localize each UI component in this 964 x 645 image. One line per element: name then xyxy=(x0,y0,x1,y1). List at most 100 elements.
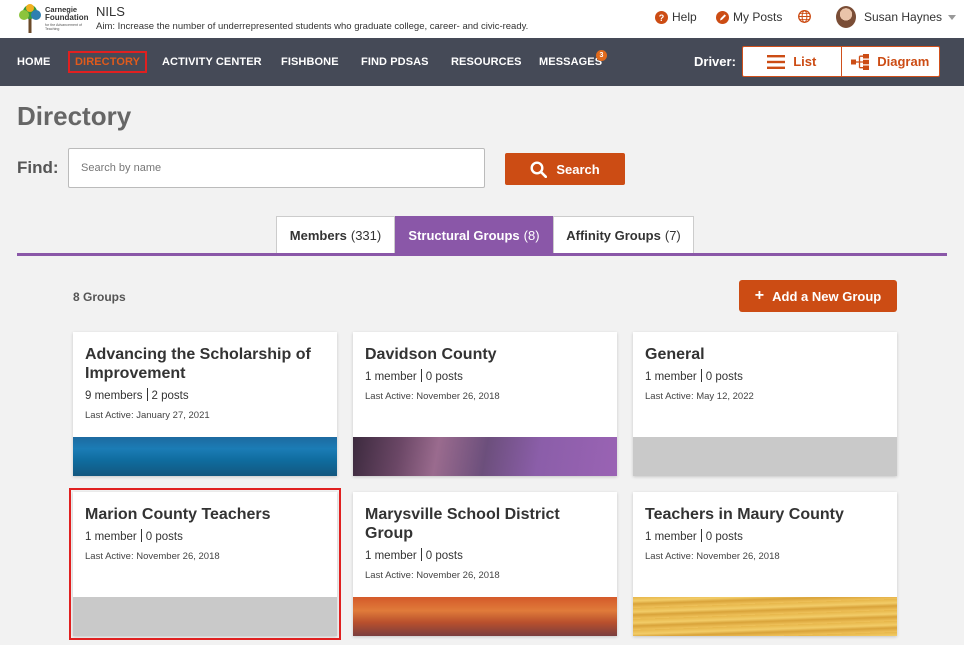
group-cover-image xyxy=(633,597,897,636)
group-title: Marion County Teachers xyxy=(85,506,271,523)
tree-logo-icon xyxy=(19,4,41,33)
nav-fishbone[interactable]: FISHBONE xyxy=(281,56,339,68)
avatar xyxy=(836,6,856,28)
group-card[interactable]: Teachers in Maury County 1 member 0 posts… xyxy=(633,492,897,636)
driver-list-label: List xyxy=(793,54,817,69)
group-posts: 0 posts xyxy=(425,550,463,562)
group-title: General xyxy=(645,346,705,363)
driver-view-toggle: List Diagram xyxy=(742,46,940,77)
tab-structural-label: Structural Groups xyxy=(408,228,520,243)
stats-divider xyxy=(140,529,142,542)
stats-divider xyxy=(700,529,702,542)
nav-activity-center[interactable]: ACTIVITY CENTER xyxy=(162,56,262,68)
help-link[interactable]: ? Help xyxy=(655,10,697,24)
search-button[interactable]: Search xyxy=(505,153,625,185)
group-stats: 1 member 0 posts xyxy=(365,369,463,383)
svg-text:?: ? xyxy=(659,13,665,23)
carnegie-logo[interactable]: Carnegie Foundation for the Advancement … xyxy=(17,3,89,34)
group-last-active: Last Active: November 26, 2018 xyxy=(365,570,500,581)
stats-divider xyxy=(146,388,148,401)
group-title: Davidson County xyxy=(365,346,497,363)
language-selector[interactable] xyxy=(798,10,811,23)
group-cover-image xyxy=(73,437,337,476)
group-title: Teachers in Maury County xyxy=(645,506,844,523)
tab-structural-groups[interactable]: Structural Groups (8) xyxy=(395,216,553,254)
group-stats: 1 member 0 posts xyxy=(85,529,183,543)
find-label: Find: xyxy=(17,158,59,177)
tab-members-count: (331) xyxy=(350,228,382,243)
group-last-active: Last Active: January 27, 2021 xyxy=(85,410,210,421)
tab-members-label: Members xyxy=(289,228,347,243)
search-icon xyxy=(530,160,548,178)
tab-affinity-label: Affinity Groups xyxy=(566,228,661,243)
driver-diagram-label: Diagram xyxy=(877,54,930,69)
driver-list-button[interactable]: List xyxy=(743,47,841,76)
search-button-label: Search xyxy=(556,161,600,177)
nav-directory[interactable]: DIRECTORY xyxy=(68,51,148,73)
chevron-down-icon xyxy=(948,14,957,20)
plus-icon: + xyxy=(754,287,765,304)
globe-icon xyxy=(798,10,811,23)
stats-divider xyxy=(420,369,422,382)
group-posts: 2 posts xyxy=(151,390,189,402)
main-nav: HOME DIRECTORY ACTIVITY CENTER FISHBONE … xyxy=(0,38,964,86)
stats-divider xyxy=(420,548,422,561)
group-stats: 1 member 0 posts xyxy=(645,369,743,383)
group-cover-image xyxy=(633,437,897,476)
driver-diagram-button[interactable]: Diagram xyxy=(840,47,940,76)
stats-divider xyxy=(700,369,702,382)
group-last-active: Last Active: November 26, 2018 xyxy=(365,391,500,402)
group-card[interactable]: Marion County Teachers 1 member 0 posts L… xyxy=(69,488,341,640)
my-posts-icon xyxy=(716,10,729,24)
aim-statement: Aim: Increase the number of underreprese… xyxy=(96,21,529,32)
messages-badge: 3 xyxy=(596,50,607,61)
help-icon: ? xyxy=(655,10,668,24)
search-input[interactable] xyxy=(68,148,485,188)
nav-home[interactable]: HOME xyxy=(17,56,50,68)
group-card[interactable]: Davidson County 1 member 0 posts Last Act… xyxy=(353,332,617,476)
group-title: Advancing the Scholarship of Improvement xyxy=(85,346,311,382)
group-posts: 0 posts xyxy=(705,531,743,543)
add-group-label: Add a New Group xyxy=(772,288,882,304)
tab-underline xyxy=(17,253,947,256)
group-card[interactable]: Advancing the Scholarship of Improvement… xyxy=(73,332,337,476)
group-members: 1 member xyxy=(365,371,417,383)
group-cover-image xyxy=(73,597,337,636)
app-name: NILS xyxy=(96,4,125,19)
group-card[interactable]: Marysville School District Group 1 membe… xyxy=(353,492,617,636)
group-stats: 1 member 0 posts xyxy=(365,548,463,562)
group-members: 1 member xyxy=(85,531,137,543)
group-stats: 1 member 0 posts xyxy=(645,529,743,543)
nav-resources[interactable]: RESOURCES xyxy=(451,56,522,68)
group-last-active: Last Active: November 26, 2018 xyxy=(85,551,220,562)
driver-label: Driver: xyxy=(694,54,736,69)
group-card[interactable]: General 1 member 0 posts Last Active: May… xyxy=(633,332,897,476)
group-members: 1 member xyxy=(365,550,417,562)
group-posts: 0 posts xyxy=(145,531,183,543)
nav-find-pdsas[interactable]: FIND PDSAS xyxy=(361,56,429,68)
tab-members[interactable]: Members (331) xyxy=(276,216,395,254)
logo-text-line3: for the Advancement of Teaching xyxy=(45,23,82,31)
help-label: Help xyxy=(672,10,697,24)
group-cover-image xyxy=(353,437,617,476)
user-name: Susan Haynes xyxy=(864,10,943,24)
group-stats: 9 members 2 posts xyxy=(85,388,189,402)
group-posts: 0 posts xyxy=(705,371,743,383)
page-title: Directory xyxy=(17,101,132,131)
tab-affinity-groups[interactable]: Affinity Groups (7) xyxy=(553,216,694,254)
user-menu[interactable]: Susan Haynes xyxy=(836,6,957,28)
add-group-button[interactable]: + Add a New Group xyxy=(739,280,897,312)
groups-count: 8 Groups xyxy=(73,290,126,304)
logo-text-line2: Foundation xyxy=(45,13,89,22)
group-posts: 0 posts xyxy=(425,371,463,383)
group-cover-image xyxy=(353,597,617,636)
my-posts-link[interactable]: My Posts xyxy=(716,10,782,24)
group-members: 1 member xyxy=(645,531,697,543)
diagram-icon xyxy=(851,53,870,70)
top-bar: Carnegie Foundation for the Advancement … xyxy=(0,0,964,38)
tab-affinity-count: (7) xyxy=(664,228,681,243)
tab-structural-count: (8) xyxy=(523,228,540,243)
nav-messages[interactable]: MESSAGES xyxy=(539,56,602,68)
group-title: Marysville School District Group xyxy=(365,506,560,542)
group-members: 9 members xyxy=(85,390,143,402)
